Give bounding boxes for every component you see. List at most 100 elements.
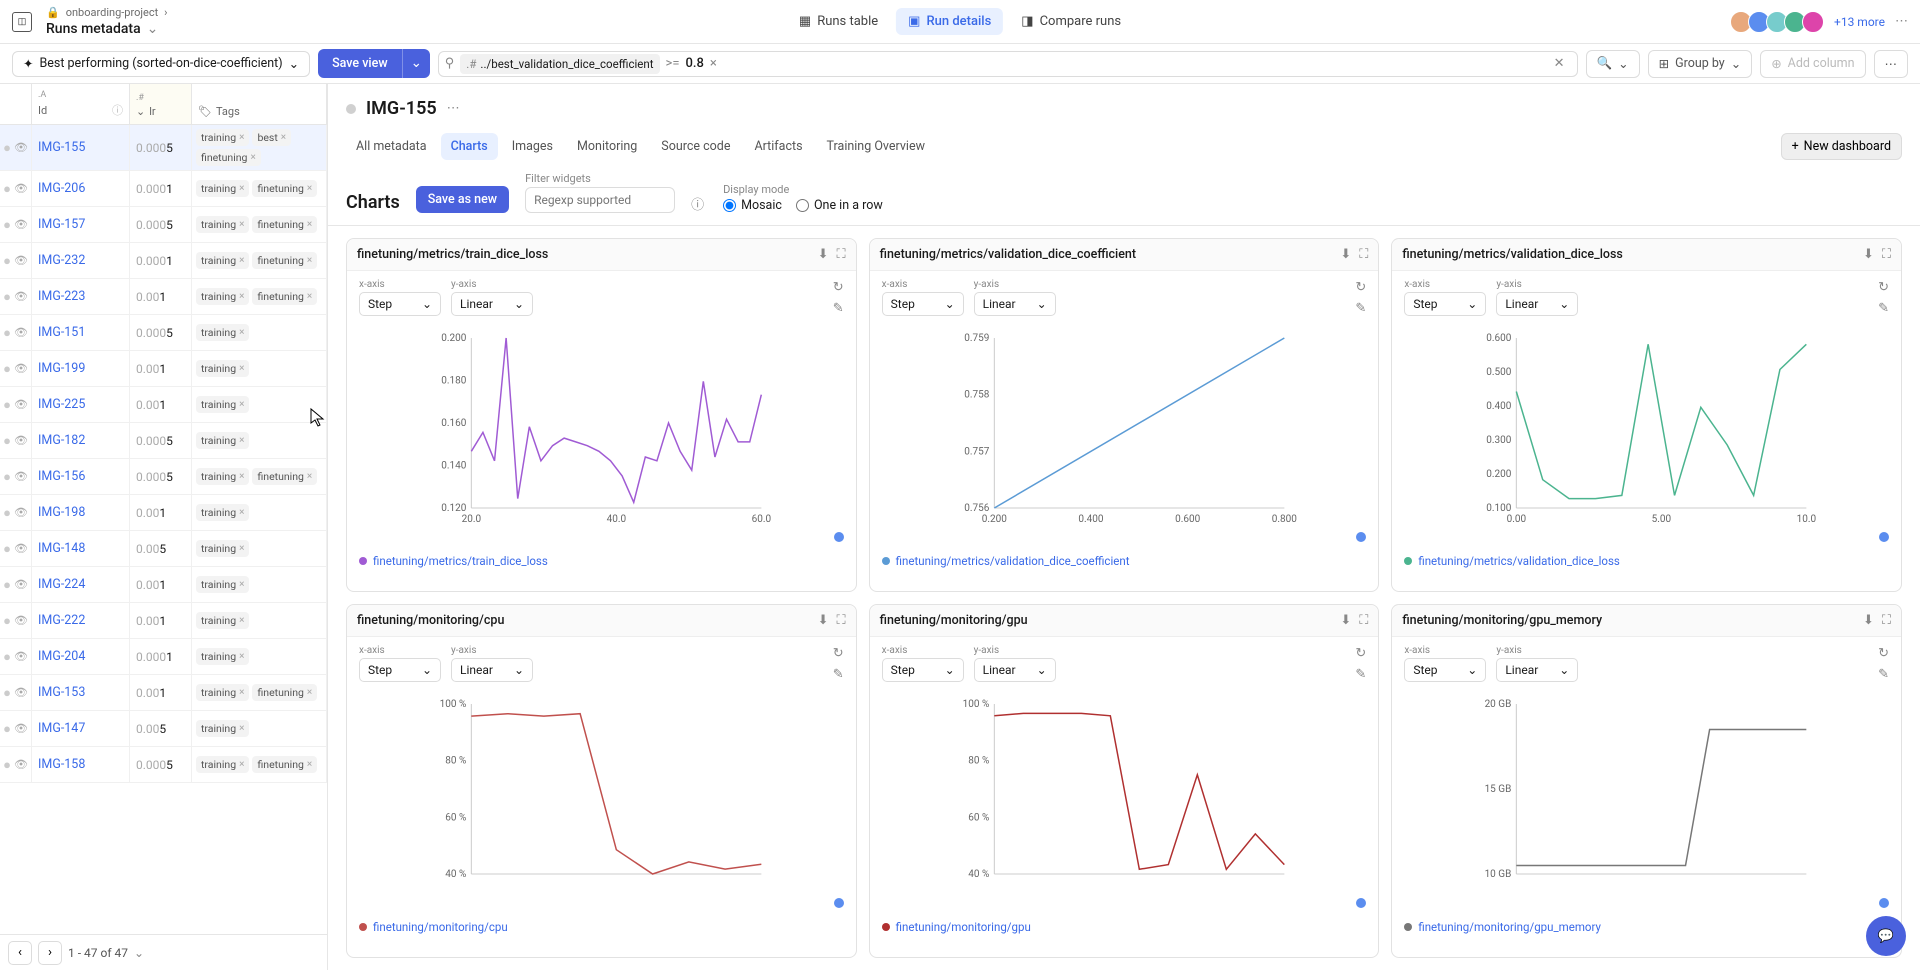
download-icon[interactable]: ⬇	[818, 247, 829, 262]
group-by-button[interactable]: ⊞ Group by ⌄	[1648, 50, 1753, 78]
expand-icon[interactable]: ⛶	[837, 247, 846, 262]
run-link[interactable]: IMG-156	[38, 469, 85, 484]
run-link[interactable]: IMG-206	[38, 181, 85, 196]
table-row[interactable]: ● 👁IMG-1510.0005training ×	[0, 315, 327, 351]
eye-off-icon[interactable]: 👁	[14, 141, 28, 154]
remove-tag-icon[interactable]: ×	[239, 543, 244, 554]
eye-off-icon[interactable]: 👁	[14, 254, 28, 267]
edit-icon[interactable]: ✎	[1878, 667, 1889, 682]
edit-icon[interactable]: ✎	[1355, 667, 1366, 682]
remove-tag-icon[interactable]: ×	[239, 687, 244, 698]
table-row[interactable]: ● 👁IMG-1990.001training ×	[0, 351, 327, 387]
eye-off-icon[interactable]: 👁	[14, 182, 28, 195]
run-link[interactable]: IMG-223	[38, 289, 85, 304]
app-logo[interactable]: ◫	[12, 12, 32, 32]
remove-tag-icon[interactable]: ×	[239, 435, 244, 446]
expand-icon[interactable]: ⛶	[837, 613, 846, 628]
run-link[interactable]: IMG-224	[38, 577, 85, 592]
tag-chip[interactable]: training ×	[196, 756, 249, 773]
run-link[interactable]: IMG-204	[38, 649, 85, 664]
overflow-button[interactable]: ⋯	[1874, 50, 1909, 78]
search-button[interactable]: 🔍⌄	[1586, 50, 1640, 78]
download-icon[interactable]: ⬇	[1863, 613, 1874, 628]
table-row[interactable]: ● 👁IMG-2320.0001training ×finetuning ×	[0, 243, 327, 279]
run-link[interactable]: IMG-148	[38, 541, 85, 556]
tag-chip[interactable]: finetuning ×	[252, 288, 317, 305]
eye-off-icon[interactable]: 👁	[14, 722, 28, 735]
chart-plot[interactable]: 10 GB15 GB20 GB	[1392, 690, 1901, 916]
y-axis-select[interactable]: Linear⌄	[1496, 658, 1578, 682]
range-slider-handle[interactable]	[1356, 898, 1366, 908]
run-link[interactable]: IMG-222	[38, 613, 85, 628]
download-icon[interactable]: ⬇	[1340, 247, 1351, 262]
tag-chip[interactable]: training ×	[196, 129, 249, 146]
tag-chip[interactable]: training ×	[196, 612, 249, 629]
eye-off-icon[interactable]: 👁	[14, 578, 28, 591]
table-row[interactable]: ● 👁IMG-2060.0001training ×finetuning ×	[0, 171, 327, 207]
run-link[interactable]: IMG-155	[38, 140, 85, 155]
tag-chip[interactable]: training ×	[196, 324, 249, 341]
expand-icon[interactable]: ⛶	[1359, 247, 1368, 262]
tag-chip[interactable]: training ×	[196, 540, 249, 557]
eye-off-icon[interactable]: 👁	[14, 398, 28, 411]
tab-training-overview[interactable]: Training Overview	[817, 133, 935, 160]
remove-tag-icon[interactable]: ×	[239, 579, 244, 590]
save-view-dropdown[interactable]: ⌄	[402, 49, 430, 78]
th-lr[interactable]: .# ⌄ lr	[130, 84, 192, 124]
y-axis-select[interactable]: Linear⌄	[974, 658, 1056, 682]
th-tags[interactable]: 🏷 Tags	[192, 84, 327, 124]
range-slider-handle[interactable]	[1356, 532, 1366, 542]
remove-tag-icon[interactable]: ×	[307, 255, 312, 266]
eye-off-icon[interactable]: 👁	[14, 326, 28, 339]
add-column-button[interactable]: ⊕ Add column	[1760, 50, 1865, 78]
download-icon[interactable]: ⬇	[1863, 247, 1874, 262]
y-axis-select[interactable]: Linear⌄	[451, 292, 533, 316]
expand-icon[interactable]: ⛶	[1359, 613, 1368, 628]
sort-chip[interactable]: ✦ Best performing (sorted-on-dice-coeffi…	[12, 51, 310, 77]
remove-tag-icon[interactable]: ×	[239, 219, 244, 230]
eye-off-icon[interactable]: 👁	[14, 362, 28, 375]
eye-off-icon[interactable]: 👁	[14, 506, 28, 519]
x-axis-select[interactable]: Step⌄	[882, 292, 964, 316]
next-page-button[interactable]: ›	[38, 941, 62, 965]
download-icon[interactable]: ⬇	[1340, 613, 1351, 628]
remove-tag-icon[interactable]: ×	[239, 399, 244, 410]
table-row[interactable]: ● 👁IMG-2220.001training ×	[0, 603, 327, 639]
run-link[interactable]: IMG-225	[38, 397, 85, 412]
prev-page-button[interactable]: ‹	[8, 941, 32, 965]
chat-bubble-icon[interactable]: 💬	[1866, 916, 1906, 956]
collaborators[interactable]: +13 more	[1738, 11, 1885, 33]
tab-charts[interactable]: Charts	[441, 133, 498, 160]
tag-chip[interactable]: finetuning ×	[196, 149, 261, 166]
eye-off-icon[interactable]: 👁	[14, 686, 28, 699]
tag-chip[interactable]: training ×	[196, 504, 249, 521]
x-axis-select[interactable]: Step⌄	[359, 658, 441, 682]
new-dashboard-button[interactable]: + New dashboard	[1781, 133, 1902, 160]
clear-all-filters-icon[interactable]: ✕	[1548, 54, 1571, 73]
tag-chip[interactable]: training ×	[196, 180, 249, 197]
table-row[interactable]: ● 👁IMG-1550.0005training ×best ×finetuni…	[0, 125, 327, 171]
remove-tag-icon[interactable]: ×	[239, 471, 244, 482]
reset-icon[interactable]: ↻	[1878, 280, 1889, 295]
nav-run-details[interactable]: ▣ Run details	[896, 8, 1003, 35]
chart-plot[interactable]: 40 %60 %80 %100 %	[347, 690, 856, 916]
tag-chip[interactable]: training ×	[196, 648, 249, 665]
chart-plot[interactable]: 0.1200.1400.1600.1800.20020.040.060.0	[347, 324, 856, 550]
remove-tag-icon[interactable]: ×	[307, 471, 312, 482]
table-row[interactable]: ● 👁IMG-2230.001training ×finetuning ×	[0, 279, 327, 315]
tag-chip[interactable]: training ×	[196, 396, 249, 413]
eye-off-icon[interactable]: 👁	[14, 650, 28, 663]
tag-chip[interactable]: training ×	[196, 288, 249, 305]
breadcrumb-project[interactable]: onboarding-project	[66, 6, 158, 19]
expand-icon[interactable]: ⛶	[1882, 247, 1891, 262]
remove-filter-icon[interactable]: ×	[710, 56, 717, 71]
x-axis-select[interactable]: Step⌄	[359, 292, 441, 316]
legend-label[interactable]: finetuning/metrics/validation_dice_loss	[1418, 554, 1620, 568]
eye-off-icon[interactable]: 👁	[14, 542, 28, 555]
table-row[interactable]: ● 👁IMG-1480.005training ×	[0, 531, 327, 567]
reset-icon[interactable]: ↻	[833, 646, 844, 661]
reset-icon[interactable]: ↻	[1355, 280, 1366, 295]
remove-tag-icon[interactable]: ×	[239, 723, 244, 734]
tab-artifacts[interactable]: Artifacts	[744, 133, 812, 160]
edit-icon[interactable]: ✎	[833, 301, 844, 316]
